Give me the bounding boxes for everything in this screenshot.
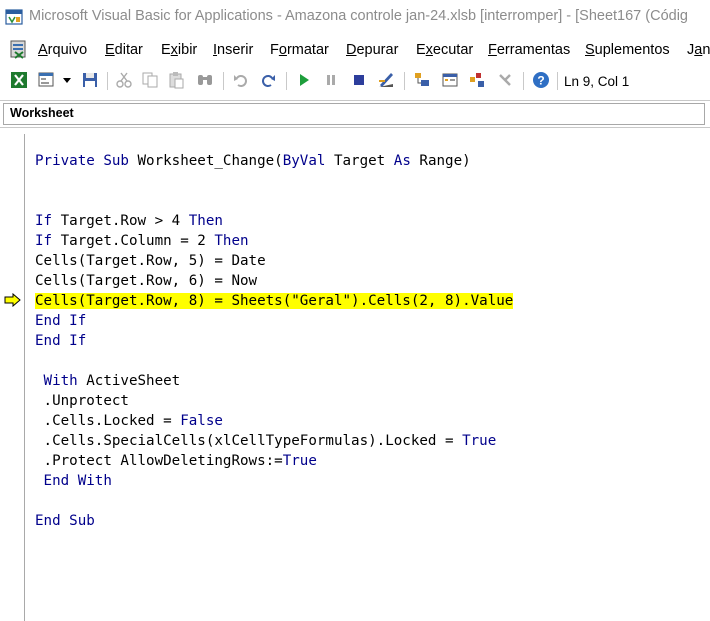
vba-app-icon xyxy=(5,9,23,25)
code-line[interactable]: Cells(Target.Row, 5) = Date xyxy=(35,251,513,271)
excel-icon[interactable] xyxy=(10,71,28,89)
code-token: .Protect AllowDeletingRows:= xyxy=(35,453,283,469)
menu-depurar[interactable]: Depurar xyxy=(346,42,398,58)
reset-icon[interactable] xyxy=(350,71,368,89)
code-keyword: End Sub xyxy=(35,513,95,529)
code-keyword: False xyxy=(180,413,223,429)
code-keyword: True xyxy=(462,433,497,449)
object-browser-icon[interactable] xyxy=(468,71,486,89)
code-token: Range) xyxy=(410,153,471,169)
code-token: Target xyxy=(325,153,394,169)
code-token: Cells(Target.Row, 5) = Date xyxy=(35,253,266,269)
paste-icon[interactable] xyxy=(167,71,185,89)
code-text[interactable]: Private Sub Worksheet_Change(ByVal Targe… xyxy=(35,151,514,531)
code-token: Worksheet_Change( xyxy=(137,153,283,169)
cut-icon[interactable] xyxy=(115,71,133,89)
code-line[interactable] xyxy=(35,491,513,511)
code-token: .Cells.SpecialCells(xlCellTypeFormulas).… xyxy=(35,433,463,449)
properties-icon[interactable] xyxy=(441,71,459,89)
code-token: ActiveSheet xyxy=(77,373,181,389)
toolbar-separator xyxy=(223,72,224,90)
code-line[interactable]: If Target.Row > 4 Then xyxy=(35,211,513,231)
undo-icon[interactable] xyxy=(232,71,250,89)
code-keyword: As xyxy=(393,153,411,169)
code-token: Cells(Target.Row, 6) = Now xyxy=(35,273,258,289)
project-explorer-icon[interactable] xyxy=(413,71,431,89)
code-keyword: End With xyxy=(43,473,112,489)
help-icon[interactable]: ? xyxy=(532,71,550,89)
toolbar-separator xyxy=(286,72,287,90)
toolbox-icon[interactable] xyxy=(496,71,514,89)
menu-formatar[interactable]: Formatar xyxy=(270,42,329,58)
toolbar-separator xyxy=(523,72,524,90)
code-token: Target.Column = 2 xyxy=(52,233,215,249)
code-keyword: Then xyxy=(188,213,223,229)
code-keyword: End If xyxy=(35,333,87,349)
code-keyword: True xyxy=(282,453,317,469)
code-keyword: If xyxy=(35,233,53,249)
redo-icon[interactable] xyxy=(259,71,277,89)
code-line[interactable]: .Unprotect xyxy=(35,391,513,411)
menu-janela[interactable]: Jane xyxy=(687,42,710,58)
run-icon[interactable] xyxy=(295,71,313,89)
code-line[interactable] xyxy=(35,351,513,371)
svg-text:?: ? xyxy=(537,74,544,88)
design-mode-icon[interactable] xyxy=(377,71,395,89)
menu-ferramentas[interactable]: Ferramentas xyxy=(488,42,570,58)
code-token: .Cells.Locked = xyxy=(35,413,181,429)
insert-form-icon[interactable] xyxy=(37,71,55,89)
code-line[interactable]: .Protect AllowDeletingRows:=True xyxy=(35,451,513,471)
toolbar-separator xyxy=(107,72,108,90)
dropdown-arrow-icon[interactable] xyxy=(61,71,73,89)
menu-exibir[interactable]: Exibir xyxy=(161,42,197,58)
toolbar-separator xyxy=(404,72,405,90)
code-line[interactable]: Cells(Target.Row, 6) = Now xyxy=(35,271,513,291)
menu-suplementos[interactable]: Suplementos xyxy=(585,42,670,58)
code-line[interactable]: .Cells.SpecialCells(xlCellTypeFormulas).… xyxy=(35,431,513,451)
title-bar: Microsoft Visual Basic for Applications … xyxy=(0,0,710,34)
find-icon[interactable] xyxy=(196,71,214,89)
object-dropdown[interactable]: Worksheet xyxy=(3,103,705,125)
code-line[interactable]: End If xyxy=(35,311,513,331)
code-line[interactable]: Cells(Target.Row, 8) = Sheets("Geral").C… xyxy=(35,291,514,311)
margin-indicator-bar[interactable] xyxy=(0,134,25,621)
code-keyword: With xyxy=(43,373,78,389)
code-token: Target.Row > 4 xyxy=(52,213,189,229)
code-line[interactable]: End Sub xyxy=(35,511,513,531)
code-editor[interactable]: Private Sub Worksheet_Change(ByVal Targe… xyxy=(0,134,710,621)
excel-workbook-icon[interactable] xyxy=(9,40,29,59)
standard-toolbar: ? Ln 9, Col 1 xyxy=(0,66,710,96)
menu-executar[interactable]: Executar xyxy=(416,42,473,58)
code-token: .Unprotect xyxy=(35,393,129,409)
code-keyword: ByVal xyxy=(282,153,326,169)
code-line[interactable]: If Target.Column = 2 Then xyxy=(35,231,513,251)
menu-bar: Arquivo Editar Exibir Inserir Formatar D… xyxy=(0,37,710,63)
code-line[interactable]: Private Sub Worksheet_Change(ByVal Targe… xyxy=(35,151,513,171)
code-line[interactable] xyxy=(35,171,513,191)
copy-icon[interactable] xyxy=(141,71,159,89)
menu-editar[interactable]: Editar xyxy=(105,42,143,58)
code-line[interactable] xyxy=(35,191,513,211)
code-keyword: Then xyxy=(214,233,249,249)
code-keyword: End If xyxy=(35,313,87,329)
break-icon[interactable] xyxy=(322,71,340,89)
cursor-position: Ln 9, Col 1 xyxy=(564,74,630,89)
save-icon[interactable] xyxy=(81,71,99,89)
object-dropdown-value: Worksheet xyxy=(10,106,74,120)
code-keyword: Private Sub xyxy=(35,153,138,169)
toolbar-separator xyxy=(557,72,558,90)
menu-arquivo[interactable]: Arquivo xyxy=(38,42,87,58)
menu-inserir[interactable]: Inserir xyxy=(213,42,253,58)
window-title: Microsoft Visual Basic for Applications … xyxy=(29,8,688,24)
execution-point-arrow-icon xyxy=(4,293,21,307)
code-line[interactable]: End With xyxy=(35,471,513,491)
object-bar: Worksheet xyxy=(0,100,710,128)
code-current-statement: Cells(Target.Row, 8) = Sheets("Geral").C… xyxy=(35,293,514,309)
code-line[interactable]: With ActiveSheet xyxy=(35,371,513,391)
code-keyword: If xyxy=(35,213,53,229)
code-line[interactable]: End If xyxy=(35,331,513,351)
code-line[interactable]: .Cells.Locked = False xyxy=(35,411,513,431)
